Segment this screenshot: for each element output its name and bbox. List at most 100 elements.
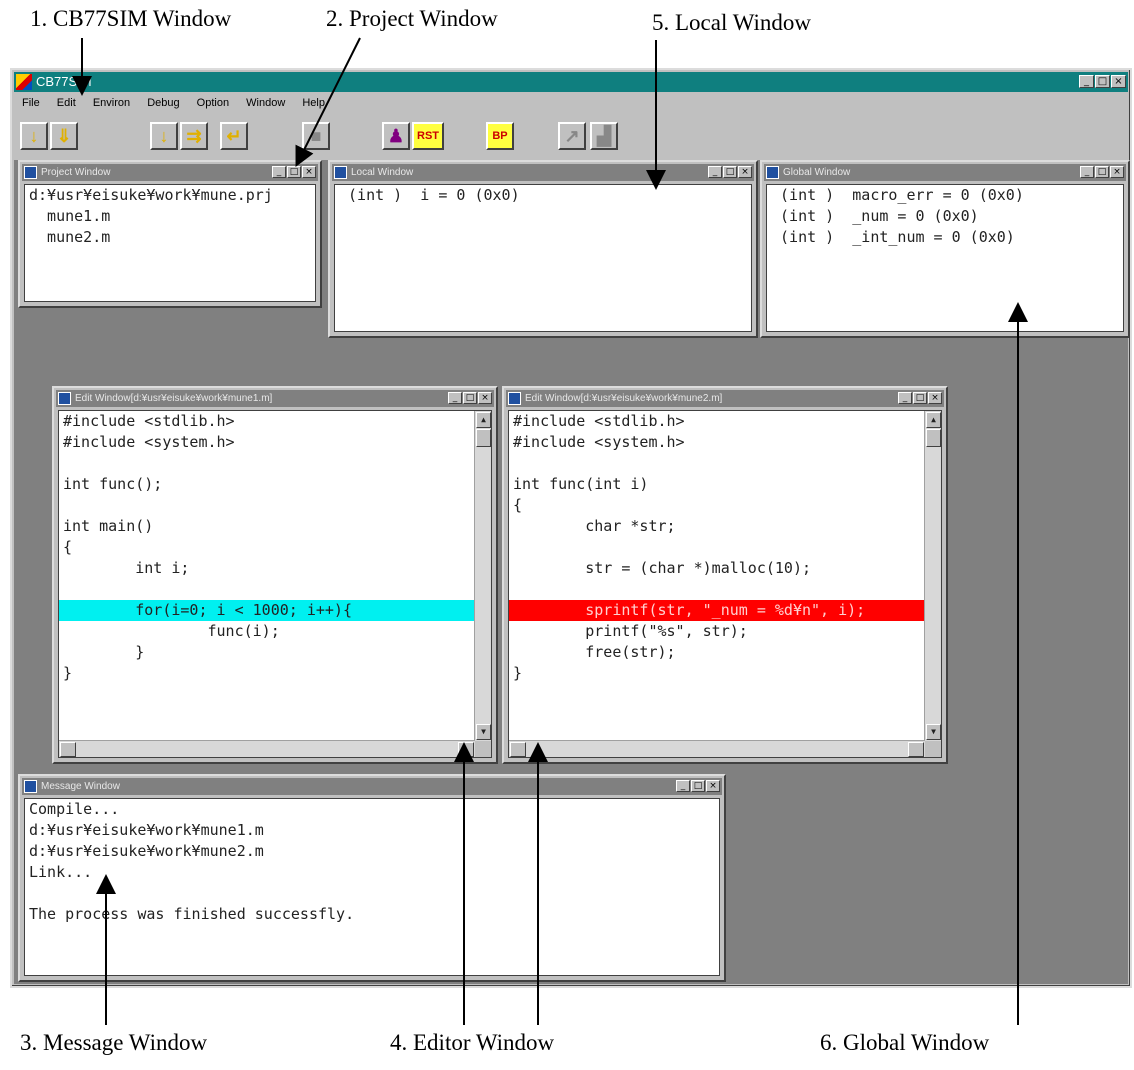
minimize-icon[interactable]: _ [1079, 75, 1094, 88]
current-line[interactable]: for(i=0; i < 1000; i++){ [59, 600, 475, 621]
close-icon[interactable]: × [478, 392, 492, 404]
reset-button[interactable]: RST [412, 122, 444, 150]
menu-debug[interactable]: Debug [147, 97, 179, 109]
source-file[interactable]: mune1.m [25, 206, 315, 227]
local-variable: (int ) i = 0 (0x0) [339, 186, 520, 204]
code-line[interactable]: free(str); [509, 642, 925, 663]
app-title: CB77SIM [36, 74, 92, 89]
step-over-icon[interactable]: ⇉ [180, 122, 208, 150]
source-file[interactable]: mune2.m [25, 227, 315, 248]
code-line[interactable] [509, 453, 925, 474]
callout-project-window: 2. Project Window [326, 6, 498, 31]
horizontal-scrollbar[interactable] [59, 740, 475, 757]
project-window-titlebar[interactable]: Project Window _ □ × [22, 164, 318, 181]
step-into-icon[interactable]: ↓ [20, 122, 48, 150]
local-window-content[interactable]: (int ) i = 0 (0x0) [334, 184, 752, 332]
code-line[interactable] [59, 453, 475, 474]
close-icon[interactable]: × [302, 166, 316, 178]
horizontal-scrollbar[interactable] [509, 740, 925, 757]
edit-window-1: Edit Window[d:¥usr¥eisuke¥work¥mune1.m] … [52, 386, 498, 764]
menu-option[interactable]: Option [197, 97, 229, 109]
code-line[interactable]: #include <stdlib.h> [59, 411, 475, 432]
app-titlebar[interactable]: CB77SIM _ □ × [14, 72, 1128, 92]
close-icon[interactable]: × [738, 166, 752, 178]
minimize-icon[interactable]: _ [708, 166, 722, 178]
code-line[interactable]: char *str; [509, 516, 925, 537]
minimize-icon[interactable]: _ [676, 780, 690, 792]
code-editor-2[interactable]: #include <stdlib.h> #include <system.h> in… [508, 410, 942, 758]
pointer-icon[interactable]: ↗ [558, 122, 586, 150]
window-icon [24, 780, 37, 793]
maximize-icon[interactable]: □ [913, 392, 927, 404]
code-line[interactable]: #include <system.h> [509, 432, 925, 453]
menu-help[interactable]: Help [302, 97, 325, 109]
maximize-icon[interactable]: □ [287, 166, 301, 178]
project-window-content[interactable]: d:¥usr¥eisuke¥work¥mune.prj mune1.m mune… [24, 184, 316, 302]
code-line[interactable]: { [59, 537, 475, 558]
code-line[interactable] [509, 579, 925, 600]
message-window-content[interactable]: Compile... d:¥usr¥eisuke¥work¥mune1.m d:… [24, 798, 720, 976]
maximize-icon[interactable]: □ [1095, 75, 1110, 88]
code-line[interactable]: func(i); [59, 621, 475, 642]
code-line[interactable]: } [509, 663, 925, 684]
code-line[interactable]: } [59, 663, 475, 684]
edit-window-2-titlebar[interactable]: Edit Window[d:¥usr¥eisuke¥work¥mune2.m] … [506, 390, 944, 407]
minimize-icon[interactable]: _ [1080, 166, 1094, 178]
maximize-icon[interactable]: □ [1095, 166, 1109, 178]
step-icon[interactable]: ↓ [150, 122, 178, 150]
global-window-titlebar[interactable]: Global Window _ □ × [764, 164, 1126, 181]
menu-file[interactable]: File [22, 97, 40, 109]
code-line[interactable]: } [59, 642, 475, 663]
pin-icon[interactable]: ♟ [382, 122, 410, 150]
window-icon [334, 166, 347, 179]
step-down-icon[interactable]: ⇓ [50, 122, 78, 150]
minimize-icon[interactable]: _ [448, 392, 462, 404]
vertical-scrollbar[interactable]: ▲ ▼ [474, 411, 491, 741]
code-line[interactable]: #include <stdlib.h> [509, 411, 925, 432]
callout-local-window: 5. Local Window [652, 10, 811, 35]
app-window-controls: _ □ × [1079, 75, 1126, 88]
minimize-icon[interactable]: _ [898, 392, 912, 404]
app-icon [16, 74, 32, 90]
window-icon [24, 166, 37, 179]
message-window-title: Message Window [41, 781, 120, 792]
edit-window-1-titlebar[interactable]: Edit Window[d:¥usr¥eisuke¥work¥mune1.m] … [56, 390, 494, 407]
code-line[interactable] [59, 579, 475, 600]
code-editor-1[interactable]: #include <stdlib.h> #include <system.h> in… [58, 410, 492, 758]
step-out-icon[interactable]: ↵ [220, 122, 248, 150]
callout-message-window: 3. Message Window [20, 1030, 208, 1055]
menu-edit[interactable]: Edit [57, 97, 76, 109]
local-window-titlebar[interactable]: Local Window _ □ × [332, 164, 754, 181]
maximize-icon[interactable]: □ [691, 780, 705, 792]
global-window-content[interactable]: (int ) macro_err = 0 (0x0) (int ) _num =… [766, 184, 1124, 332]
minimize-icon[interactable]: _ [272, 166, 286, 178]
project-window: Project Window _ □ × d:¥usr¥eisuke¥work¥mu… [18, 160, 322, 308]
message-window-titlebar[interactable]: Message Window _ □ × [22, 778, 722, 795]
stop-icon[interactable]: ■ [302, 122, 330, 150]
close-icon[interactable]: × [1110, 166, 1124, 178]
code-line[interactable]: { [509, 495, 925, 516]
code-line[interactable]: int main() [59, 516, 475, 537]
current-line[interactable]: sprintf(str, "_num = %d¥n", i); [509, 600, 925, 621]
maximize-icon[interactable]: □ [723, 166, 737, 178]
code-line[interactable]: printf("%s", str); [509, 621, 925, 642]
maximize-icon[interactable]: □ [463, 392, 477, 404]
breakpoint-button[interactable]: BP [486, 122, 514, 150]
code-line[interactable] [59, 495, 475, 516]
close-icon[interactable]: × [1111, 75, 1126, 88]
code-line[interactable]: int i; [59, 558, 475, 579]
menu-window[interactable]: Window [246, 97, 285, 109]
code-line[interactable]: int func(); [59, 474, 475, 495]
close-icon[interactable]: × [928, 392, 942, 404]
code-line[interactable]: #include <system.h> [59, 432, 475, 453]
vertical-scrollbar[interactable]: ▲ ▼ [924, 411, 941, 741]
window-icon [766, 166, 779, 179]
chart-icon[interactable]: ▟ [590, 122, 618, 150]
menu-bar: File Edit Environ Debug Option Window He… [14, 94, 1128, 112]
code-line[interactable]: str = (char *)malloc(10); [509, 558, 925, 579]
project-file[interactable]: d:¥usr¥eisuke¥work¥mune.prj [25, 185, 315, 206]
menu-environ[interactable]: Environ [93, 97, 130, 109]
code-line[interactable]: int func(int i) [509, 474, 925, 495]
code-line[interactable] [509, 537, 925, 558]
close-icon[interactable]: × [706, 780, 720, 792]
